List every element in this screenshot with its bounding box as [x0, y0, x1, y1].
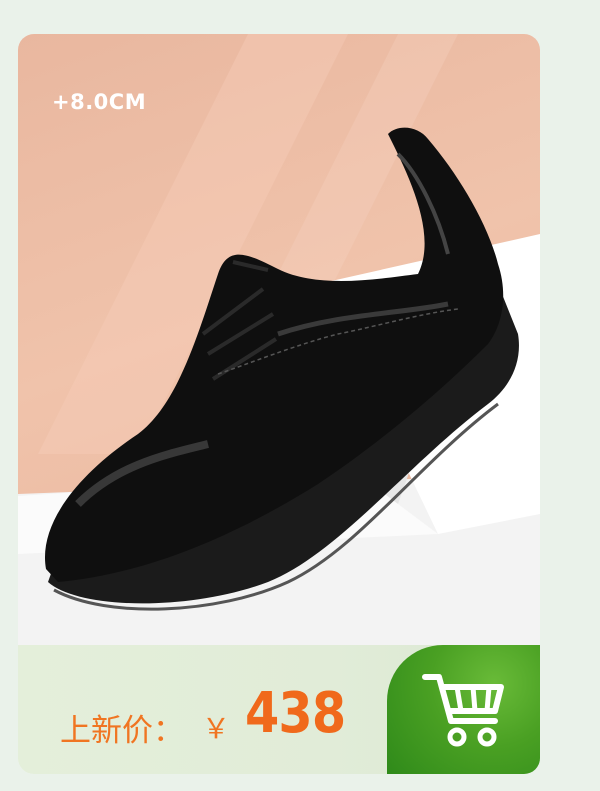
add-to-cart-button[interactable] [387, 645, 540, 774]
shoe-illustration [18, 34, 540, 645]
product-card[interactable]: +8.0CM 上新价： ￥ 438 [18, 34, 540, 774]
product-image[interactable]: +8.0CM [18, 34, 540, 645]
price-label: 上新价： [60, 713, 184, 749]
height-badge: +8.0CM [52, 90, 147, 114]
shopping-cart-icon [422, 674, 504, 747]
price-value: 438 [245, 681, 346, 746]
currency-symbol: ￥ [202, 712, 231, 745]
price-bar: 上新价： ￥ 438 [18, 645, 540, 774]
